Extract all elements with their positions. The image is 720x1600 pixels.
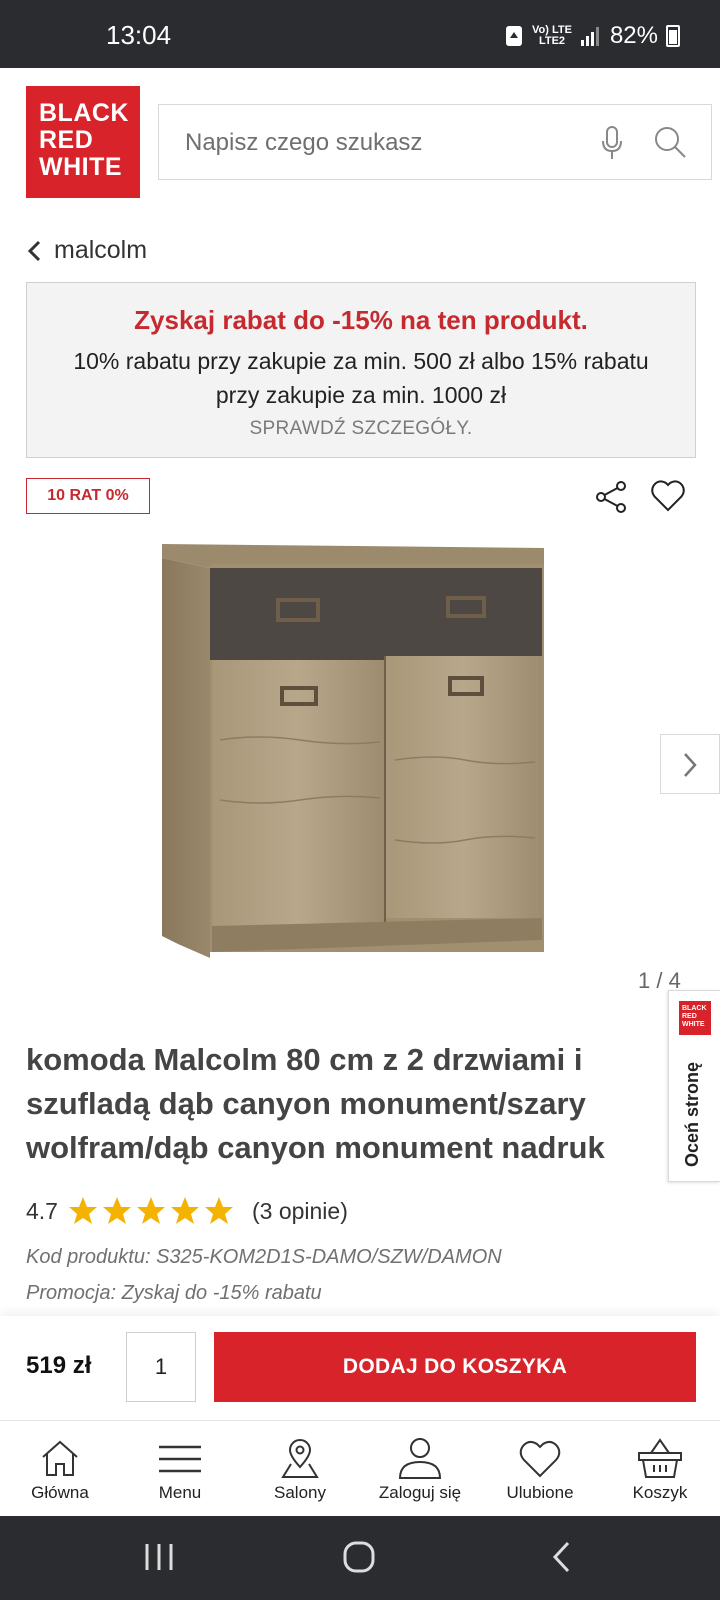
add-to-cart-button[interactable]: DODAJ DO KOSZYKA <box>214 1332 696 1402</box>
recent-apps-icon[interactable] <box>142 1542 176 1572</box>
battery-level: 82% <box>609 22 658 49</box>
favorite-heart-icon[interactable] <box>650 478 686 514</box>
battery-icon <box>666 25 680 47</box>
nav-label: Salony <box>274 1483 326 1502</box>
next-image-button[interactable] <box>660 734 720 794</box>
product-price: 519 zł <box>26 1352 92 1379</box>
quantity-input[interactable]: 1 <box>126 1332 196 1402</box>
nav-cart[interactable]: Koszyk <box>600 1421 720 1516</box>
nav-label: Zaloguj się <box>378 1483 462 1502</box>
status-time: 13:04 <box>106 20 172 50</box>
system-back-icon[interactable] <box>550 1540 572 1574</box>
nav-login[interactable]: Zaloguj się <box>360 1421 480 1516</box>
status-indicators: Vo) LTE LTE2 82% <box>504 22 680 50</box>
rate-page-label: Oceń stronę <box>682 1061 702 1167</box>
promo-banner: Zyskaj rabat do -15% na ten produkt. 10%… <box>26 282 696 458</box>
chevron-right-icon <box>684 753 697 777</box>
rating-row[interactable]: 4.7 (3 opinie) <box>26 1196 348 1226</box>
share-icon[interactable] <box>594 480 628 514</box>
nav-label: Ulubione <box>506 1483 574 1502</box>
signal-icon <box>580 27 599 46</box>
breadcrumb[interactable]: malcolm <box>26 236 147 265</box>
search-icon[interactable] <box>653 125 687 159</box>
system-home-icon[interactable] <box>342 1540 376 1574</box>
nav-home[interactable]: Główna <box>0 1421 120 1516</box>
search-placeholder: Napisz czego szukasz <box>185 129 423 156</box>
brand-logo[interactable]: BLACK RED WHITE <box>26 86 140 198</box>
nav-label: Menu <box>158 1483 202 1502</box>
recycle-icon <box>506 26 523 46</box>
promo-details-link[interactable]: SPRAWDŹ SZCZEGÓŁY. <box>27 418 695 440</box>
nav-label: Główna <box>31 1483 89 1502</box>
search-input[interactable]: Napisz czego szukasz <box>158 104 712 180</box>
chevron-left-icon <box>27 240 41 261</box>
location-pin-icon <box>281 1439 319 1478</box>
network-indicator: Vo) LTE LTE2 <box>532 24 572 47</box>
star-icon <box>68 1197 97 1224</box>
system-navigation-bar <box>0 1516 720 1600</box>
product-code: Kod produktu: S325-KOM2D1S-DAMO/SZW/DAMO… <box>26 1246 502 1268</box>
rating-stars <box>68 1196 234 1226</box>
status-bar: 13:04 Vo) LTE LTE2 82% <box>0 0 720 68</box>
nav-stores[interactable]: Salony <box>240 1421 360 1516</box>
product-image[interactable] <box>150 540 570 980</box>
heart-icon <box>519 1440 561 1478</box>
product-title: komoda Malcolm 80 cm z 2 drzwiami i szuf… <box>26 1042 605 1165</box>
promo-title: Zyskaj rabat do -15% na ten produkt. <box>134 305 588 335</box>
nav-label: Koszyk <box>632 1483 688 1502</box>
breadcrumb-label: malcolm <box>54 236 148 264</box>
nav-favorites[interactable]: Ulubione <box>480 1421 600 1516</box>
basket-icon <box>638 1438 682 1478</box>
brand-logo-small: BLACK RED WHITE <box>679 1001 711 1035</box>
star-icon <box>102 1197 131 1224</box>
purchase-bar: 519 zł 1 DODAJ DO KOSZYKA <box>0 1316 720 1420</box>
home-icon <box>42 1440 78 1476</box>
promo-description: 10% rabatu przy zakupie za min. 500 zł a… <box>73 348 649 408</box>
promotion-line: Promocja: Zyskaj do -15% rabatu <box>26 1282 322 1304</box>
star-icon <box>204 1197 233 1224</box>
nav-menu[interactable]: Menu <box>120 1421 240 1516</box>
bottom-navigation: Główna Menu Salony Zaloguj się Ulubione … <box>0 1420 720 1516</box>
star-icon <box>136 1197 165 1224</box>
reviews-count[interactable]: (3 opinie) <box>252 1198 348 1225</box>
star-icon <box>170 1197 199 1224</box>
rating-value: 4.7 <box>26 1197 58 1224</box>
user-icon <box>398 1438 442 1479</box>
microphone-icon[interactable] <box>599 125 625 161</box>
installments-badge: 10 RAT 0% <box>26 478 150 514</box>
menu-icon <box>159 1445 201 1473</box>
